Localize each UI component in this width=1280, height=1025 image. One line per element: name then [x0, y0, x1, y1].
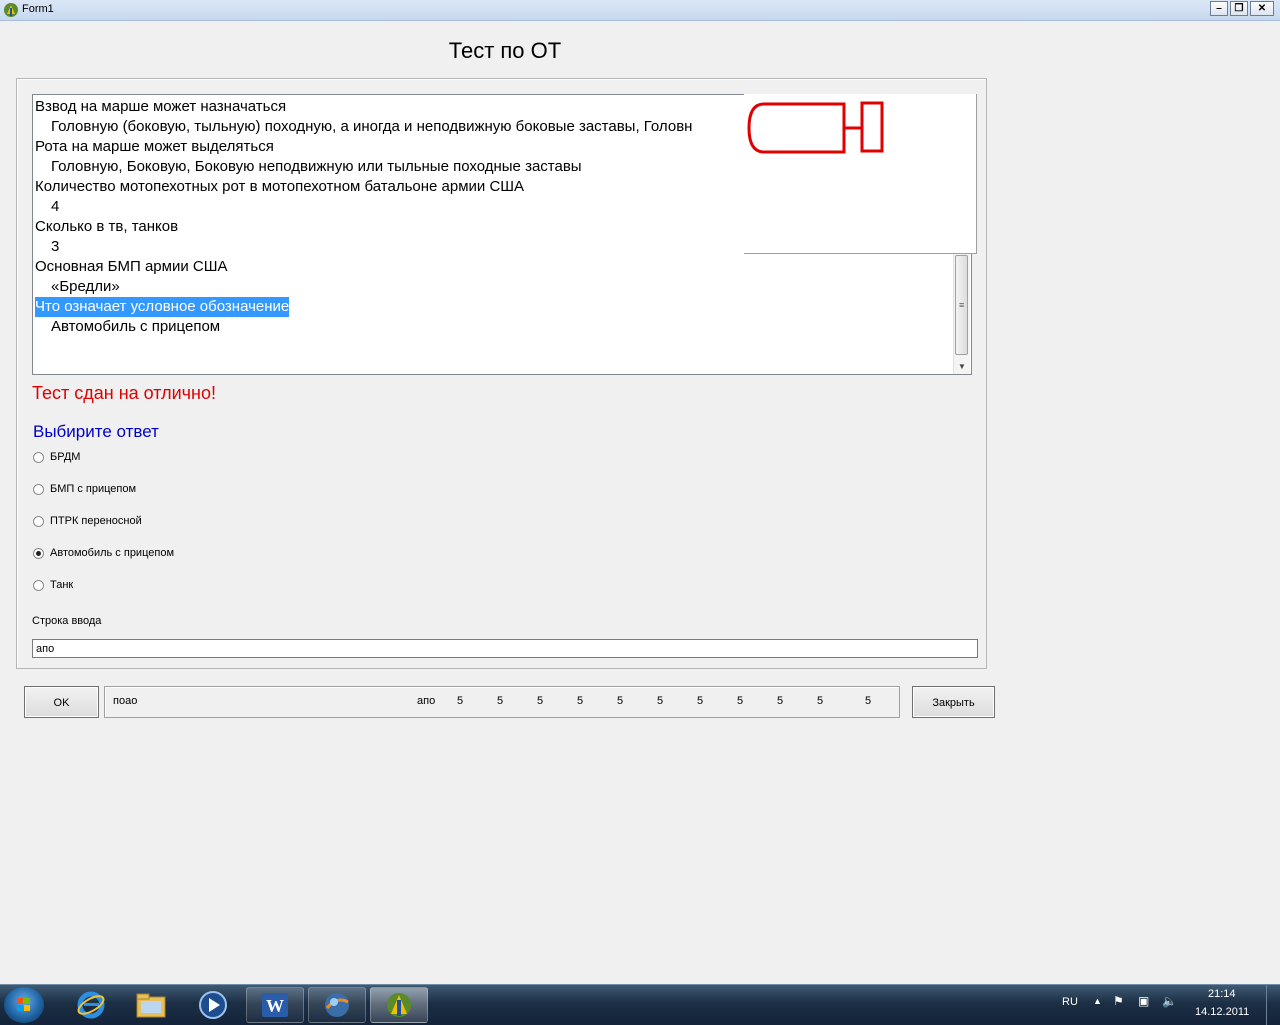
language-indicator[interactable]: RU	[1062, 996, 1078, 1008]
grip-icon: ≡	[959, 300, 965, 310]
scrollbar-thumb[interactable]: ≡	[955, 255, 968, 355]
app-icon	[4, 3, 18, 17]
answer-option-label: Танк	[50, 579, 74, 591]
title-bar: Form1 – ❐ ✕	[0, 0, 1280, 21]
radio-unchecked-icon[interactable]	[33, 579, 44, 591]
score-cell: 5	[537, 695, 544, 707]
delphi-app-icon	[387, 993, 411, 1017]
taskbar-explorer[interactable]	[122, 987, 180, 1023]
clock-time[interactable]: 21:14	[1208, 988, 1236, 1000]
clock-date[interactable]: 14.12.2011	[1195, 1006, 1249, 1018]
answer-option-label: БРДМ	[50, 451, 81, 463]
minimize-button[interactable]: –	[1210, 1, 1228, 16]
answer-input[interactable]	[32, 639, 978, 658]
close-button[interactable]: Закрыть	[912, 686, 995, 718]
radio-unchecked-icon[interactable]	[33, 515, 44, 527]
start-button[interactable]	[4, 987, 44, 1023]
radio-checked-icon[interactable]	[33, 547, 44, 559]
network-icon[interactable]: ▣	[1138, 994, 1149, 1008]
taskbar-internet-explorer[interactable]	[62, 987, 120, 1023]
answer-option-radio[interactable]: БРДМ	[33, 451, 80, 463]
taskbar: W RU ▲ ⚑ ▣ 🔈 21:14 14.12.2011	[0, 984, 1280, 1025]
memo-question-line: Количество мотопехотных рот в мотопехотн…	[35, 178, 525, 195]
show-hidden-icons[interactable]: ▲	[1093, 996, 1102, 1006]
taskbar-app-globe[interactable]	[308, 987, 366, 1023]
taskbar-form1[interactable]	[370, 987, 428, 1023]
answer-option-radio[interactable]: Автомобиль с прицепом	[33, 547, 174, 559]
status-left-text: поао	[113, 695, 138, 707]
window-title: Form1	[22, 3, 54, 15]
taskbar-word[interactable]: W	[246, 987, 304, 1023]
radio-unchecked-icon[interactable]	[33, 483, 44, 495]
score-cell: 5	[817, 695, 824, 707]
media-player-icon	[199, 991, 227, 1019]
restore-button[interactable]: ❐	[1230, 1, 1248, 16]
answer-option-label: ПТРК переносной	[50, 515, 142, 527]
memo-question-line: Что означает условное обозначение	[35, 297, 290, 317]
score-cell: 5	[657, 695, 664, 707]
memo-question-line: Взвод на марше может назначаться	[35, 98, 287, 115]
answer-option-radio[interactable]: ПТРК переносной	[33, 515, 142, 527]
score-cell: 5	[777, 695, 784, 707]
volume-icon[interactable]: 🔈	[1162, 994, 1177, 1008]
score-cell: 5	[697, 695, 704, 707]
score-cell: 5	[497, 695, 504, 707]
score-cell: 5	[457, 695, 464, 707]
status-panel: поао апо 5 5 5 5 5 5 5 5 5 5 5	[104, 686, 900, 718]
memo-question-line: Основная БМП армии США	[35, 258, 228, 275]
internet-explorer-icon	[77, 991, 105, 1019]
answer-option-radio[interactable]: Танк	[33, 579, 73, 591]
close-window-button[interactable]: ✕	[1250, 1, 1274, 16]
globe-app-icon	[325, 993, 349, 1017]
memo-question-line: Рота на марше может выделяться	[35, 138, 274, 155]
choose-answer-label: Выбирите ответ	[33, 422, 159, 441]
score-cell: 5	[617, 695, 624, 707]
answer-option-radio[interactable]: БМП с прицепом	[33, 483, 136, 495]
page-title: Тест по ОТ	[448, 38, 562, 63]
answer-option-label: БМП с прицепом	[50, 483, 137, 495]
status-mid-text: апо	[417, 695, 436, 707]
input-label: Строка ввода	[32, 615, 102, 627]
memo-answer-line: 4	[51, 198, 60, 215]
score-cell: 5	[865, 695, 872, 707]
memo-answer-line: Головную (боковую, тыльную) походную, а …	[51, 118, 693, 135]
svg-text:W: W	[266, 996, 284, 1016]
taskbar-media-player[interactable]	[184, 987, 242, 1023]
memo-answer-line: «Бредли»	[51, 278, 120, 295]
ok-button[interactable]: OK	[24, 686, 99, 718]
result-label: Тест сдан на отлично!	[32, 383, 216, 403]
scroll-down-arrow-icon[interactable]: ▼	[958, 362, 966, 371]
memo-question-line: Сколько в тв, танков	[35, 218, 179, 235]
memo-answer-line: Автомобиль с прицепом	[51, 318, 221, 335]
symbol-image	[744, 94, 977, 254]
windows-logo-icon	[17, 998, 30, 1011]
folder-icon	[136, 993, 166, 1018]
show-desktop-button[interactable]	[1266, 985, 1280, 1025]
score-cell: 5	[577, 695, 584, 707]
radio-unchecked-icon[interactable]	[33, 451, 44, 463]
car-with-trailer-symbol-icon	[747, 101, 884, 154]
memo-answer-line: 3	[51, 238, 60, 255]
memo-answer-line: Головную, Боковую, Боковую неподвижную и…	[51, 158, 582, 175]
word-icon: W	[262, 993, 288, 1017]
answer-option-label: Автомобиль с прицепом	[50, 547, 175, 559]
action-center-flag-icon[interactable]: ⚑	[1113, 994, 1124, 1008]
score-cell: 5	[737, 695, 744, 707]
